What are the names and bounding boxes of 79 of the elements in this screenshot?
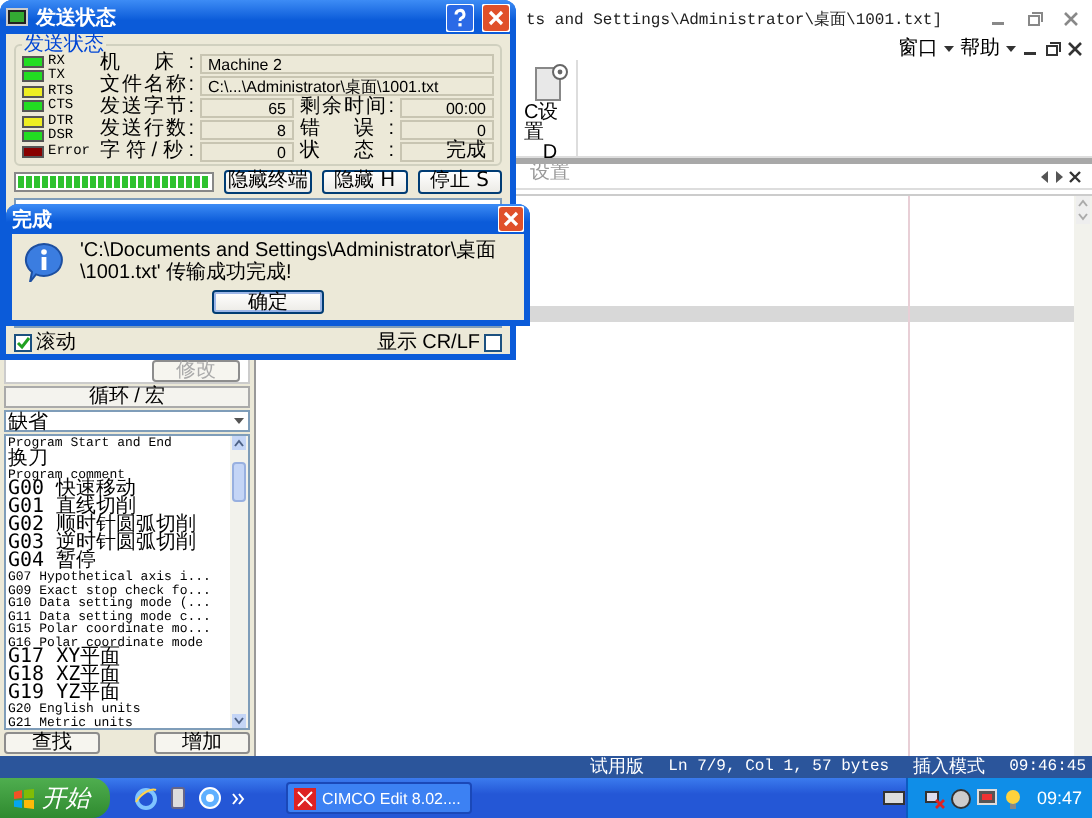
status-text: 插入模式 [913,754,986,780]
macro-item[interactable]: G04 暂停 [8,552,230,570]
dialog-button[interactable]: 隐藏 H [322,170,408,194]
checkbox[interactable] [14,333,32,351]
network-icon[interactable] [924,787,947,809]
macro-item[interactable]: G19 YZ平面 [8,684,230,702]
field-value: 65 [200,98,294,118]
check-icon [16,335,30,349]
group-title: 发送状态 [22,36,104,54]
window-title: ts and Settings\Administrator\桌面\1001.txt] [526,8,945,29]
checkbox[interactable] [484,333,502,351]
scrollbar[interactable] [230,436,248,728]
scrollbar[interactable] [1074,196,1092,756]
field-label: 错 误: [300,120,394,140]
down-arrow-icon [232,714,246,728]
terminal-icon [6,8,28,26]
field-value: 0 [200,142,294,162]
dialog-button[interactable]: 停止 S [417,170,502,194]
field-value: 00:00 [400,98,494,118]
status-text: Ln 7/9, Col 1, 57 bytes [668,758,890,776]
up-arrow-icon [232,436,246,450]
browser-icon[interactable] [134,786,158,810]
left-arrow-icon[interactable] [1040,169,1050,183]
field-value: 0 [400,120,494,140]
panel-header: 循环 / 宏 [4,386,250,408]
field-value: 8 [200,120,294,140]
right-arrow-icon[interactable] [1054,169,1064,183]
caret-icon[interactable] [1004,40,1018,56]
field-value: 完成 [400,142,494,162]
field-value: Machine 2 [200,54,494,74]
panel-button[interactable]: 查找 [4,732,100,754]
close-icon[interactable] [1066,39,1084,57]
dialog-button[interactable]: 隐藏终端 [224,170,313,194]
speaker-icon[interactable] [950,787,973,809]
field-label: 状 态: [300,142,394,162]
checkbox-label: 滚动 [36,329,76,356]
message-text: 'C:\Documents and Settings\Administrator\桌面\1001.txt' 传输成功完成! [80,240,499,284]
info-icon [24,242,64,282]
macro-item[interactable]: G03 逆时针圆弧切削 [8,534,230,552]
window-title: 发送状态 [36,5,118,31]
panel-button[interactable]: 增加 [154,732,250,754]
field-label: 发送字节: [100,98,195,118]
macro-item[interactable]: G02 顺时针圆弧切削 [8,516,230,534]
checkbox-label: 显示 CR/LF [376,330,480,356]
windows-logo-icon [12,787,36,809]
status-text: 09:46:45 [1009,758,1086,776]
settings-document-icon [532,60,568,104]
field-label: 发送行数: [100,120,195,140]
monitor-icon[interactable] [976,787,999,809]
chevron-icon[interactable] [232,791,246,805]
field-label: 机 床: [100,54,195,74]
maximize-icon[interactable] [1026,9,1044,27]
macro-item[interactable]: G00 快速移动 [8,480,230,498]
device-icon[interactable] [168,786,188,810]
help-icon[interactable] [446,3,474,31]
caret-icon [232,415,248,427]
keyboard-icon[interactable] [882,788,907,808]
dropdown[interactable]: 缺省 [4,410,250,432]
field-label: 文件名称: [100,76,195,96]
app-icon [294,787,316,809]
media-icon[interactable] [198,786,222,810]
macro-item[interactable]: G18 XZ平面 [8,666,230,684]
status-text: 试用版 [590,754,645,780]
field-value: C:\...\Administrator\桌面\1001.txt [200,76,494,96]
scrollbar-thumb[interactable] [232,462,246,502]
macro-item[interactable]: G17 XY平面 [8,648,230,666]
window-title: 完成 [12,206,52,233]
menu-item[interactable]: 窗口 [898,34,938,62]
ok-button[interactable]: 确定 [212,290,324,314]
field-label: 字符/秒: [100,142,195,162]
clock: 09:47 [1036,788,1082,808]
macro-item[interactable]: G01 直线切削 [8,498,230,516]
field-label: 剩余时间: [300,98,394,118]
caret-icon[interactable] [942,40,956,56]
taskbar-button[interactable]: CIMCO Edit 8.02.... [286,782,473,814]
restore-icon[interactable] [1044,39,1062,57]
close-icon[interactable] [1068,169,1082,183]
menu-item[interactable]: 帮助 [960,34,1000,62]
macro-item[interactable]: 换刀 [8,449,230,467]
